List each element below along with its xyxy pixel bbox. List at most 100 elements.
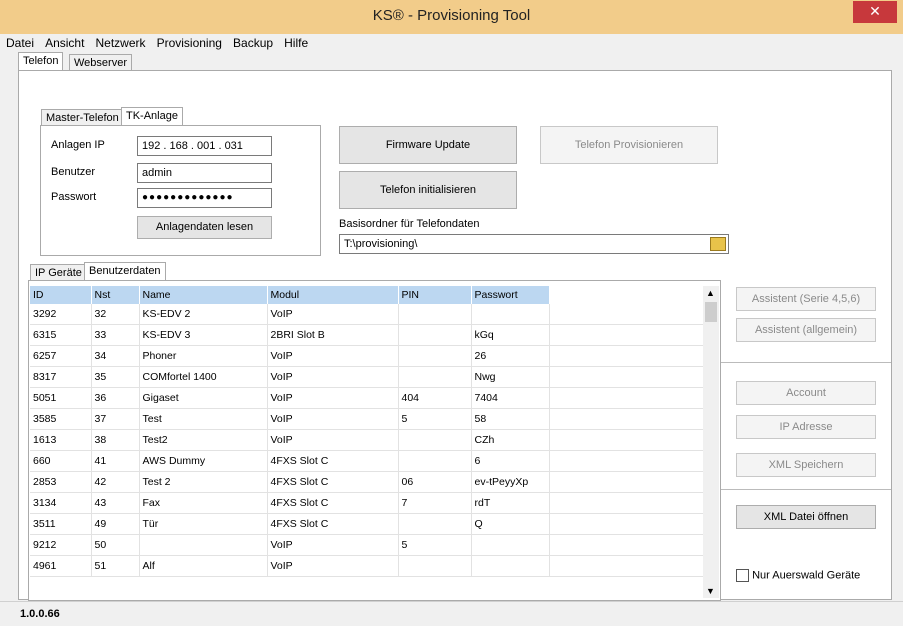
col-modul[interactable]: Modul	[267, 286, 399, 304]
provision-phone-button[interactable]: Telefon Provisionieren	[540, 126, 718, 164]
xml-save-button[interactable]: XML Speichern	[736, 453, 876, 477]
menu-hilfe[interactable]: Hilfe	[284, 34, 308, 52]
table-cell: 34	[91, 345, 140, 367]
firmware-update-button[interactable]: Firmware Update	[339, 126, 517, 164]
tab-master-telefon[interactable]: Master-Telefon	[41, 109, 124, 126]
table-cell: kGq	[471, 324, 550, 346]
tab-tk-anlage[interactable]: TK-Anlage	[121, 107, 183, 126]
tab-ip-geraete[interactable]: IP Geräte	[30, 264, 87, 281]
table-row[interactable]: 8317 35 COMfortel 1400 VoIP Nwg	[30, 366, 704, 388]
menu-ansicht[interactable]: Ansicht	[45, 34, 84, 52]
table-cell	[398, 324, 472, 346]
table-row[interactable]: 1613 38 Test2 VoIP CZh	[30, 429, 704, 451]
table-cell	[398, 345, 472, 367]
table-cell-empty	[549, 429, 704, 451]
table-cell: 7	[398, 492, 472, 514]
table-row[interactable]: 2853 42 Test 2 4FXS Slot C 06 ev-tPeyyXp	[30, 471, 704, 493]
base-folder-label: Basisordner für Telefondaten	[339, 218, 480, 230]
table-cell-empty	[549, 324, 704, 346]
scroll-up-icon[interactable]: ▲	[706, 288, 715, 298]
table-cell: VoIP	[267, 366, 399, 388]
table-cell: Test 2	[139, 471, 268, 493]
xml-open-button[interactable]: XML Datei öffnen	[736, 505, 876, 529]
tab-telefon[interactable]: Telefon	[18, 52, 64, 71]
table-cell: Test	[139, 408, 268, 430]
scroll-thumb[interactable]	[705, 302, 717, 322]
ip-address-button[interactable]: IP Adresse	[736, 415, 876, 439]
table-cell	[139, 534, 268, 556]
table-cell-empty	[549, 555, 704, 577]
init-phone-button[interactable]: Telefon initialisieren	[339, 171, 517, 209]
separator-2	[721, 489, 891, 490]
table-row[interactable]: 3292 32 KS-EDV 2 VoIP	[30, 304, 704, 325]
table-row[interactable]: 9212 50 VoIP 5	[30, 534, 704, 556]
table-cell: 37	[91, 408, 140, 430]
table-cell: 4FXS Slot C	[267, 450, 399, 472]
table-cell	[471, 555, 550, 577]
password-label: Passwort	[51, 191, 97, 203]
table-cell: VoIP	[267, 534, 399, 556]
table-cell-empty	[549, 366, 704, 388]
menu-provisioning[interactable]: Provisioning	[157, 34, 222, 52]
table-cell: VoIP	[267, 555, 399, 577]
table-cell: 38	[91, 429, 140, 451]
table-row[interactable]: 6257 34 Phoner VoIP 26	[30, 345, 704, 367]
table-cell: Q	[471, 513, 550, 535]
table-row[interactable]: 3134 43 Fax 4FXS Slot C 7 rdT	[30, 492, 704, 514]
table-cell-empty	[549, 408, 704, 430]
base-folder-input[interactable]: T:\provisioning\	[339, 234, 729, 254]
col-passwort[interactable]: Passwort	[471, 286, 550, 304]
separator-1	[721, 362, 891, 363]
table-cell: 4FXS Slot C	[267, 513, 399, 535]
tab-webserver[interactable]: Webserver	[69, 54, 132, 71]
table-cell: 9212	[30, 534, 92, 556]
menu-datei[interactable]: Datei	[6, 34, 34, 52]
table-row[interactable]: 4961 51 Alf VoIP	[30, 555, 704, 577]
table-row[interactable]: 6315 33 KS-EDV 3 2BRI Slot B kGq	[30, 324, 704, 346]
table-cell-empty	[549, 304, 704, 325]
table-cell: 3292	[30, 304, 92, 325]
menu-netzwerk[interactable]: Netzwerk	[96, 34, 146, 52]
only-auerswald-option[interactable]: Nur Auerswald Geräte	[736, 569, 860, 582]
table-cell: 33	[91, 324, 140, 346]
table-cell: Tür	[139, 513, 268, 535]
table-header-row: ID Nst Name Modul PIN Passwort	[30, 286, 704, 304]
table-cell: 51	[91, 555, 140, 577]
col-pin[interactable]: PIN	[398, 286, 472, 304]
table-cell-empty	[549, 492, 704, 514]
table-cell-empty	[549, 450, 704, 472]
window-title: KS® - Provisioning Tool	[372, 7, 531, 24]
tab-benutzerdaten[interactable]: Benutzerdaten	[84, 262, 166, 281]
password-input[interactable]: ●●●●●●●●●●●●●	[137, 188, 272, 208]
account-button[interactable]: Account	[736, 381, 876, 405]
ip-input[interactable]: 192 . 168 . 001 . 031	[137, 136, 272, 156]
table-row[interactable]: 660 41 AWS Dummy 4FXS Slot C 6	[30, 450, 704, 472]
close-button[interactable]: ✕	[853, 1, 897, 23]
title-bar: KS® - Provisioning Tool ✕	[0, 0, 903, 34]
table-cell: CZh	[471, 429, 550, 451]
table-row[interactable]: 5051 36 Gigaset VoIP 404 7404	[30, 387, 704, 409]
table-cell: Gigaset	[139, 387, 268, 409]
table-row[interactable]: 3511 49 Tür 4FXS Slot C Q	[30, 513, 704, 535]
only-auerswald-checkbox[interactable]	[736, 569, 749, 582]
col-name[interactable]: Name	[139, 286, 268, 304]
menu-backup[interactable]: Backup	[233, 34, 273, 52]
read-system-data-button[interactable]: Anlagendaten lesen	[137, 216, 272, 239]
user-input[interactable]: admin	[137, 163, 272, 183]
table-cell-empty	[549, 513, 704, 535]
table-cell: 5051	[30, 387, 92, 409]
table-cell: 49	[91, 513, 140, 535]
scroll-down-icon[interactable]: ▼	[706, 586, 715, 596]
folder-icon[interactable]	[710, 237, 726, 251]
table-cell	[398, 429, 472, 451]
table-scrollbar[interactable]: ▲ ▼	[703, 286, 719, 598]
user-table-panel: ID Nst Name Modul PIN Passwort 3292 32 KS-…	[28, 280, 721, 601]
table-cell: 4FXS Slot C	[267, 492, 399, 514]
col-nst[interactable]: Nst	[91, 286, 140, 304]
table-cell-empty	[549, 534, 704, 556]
assistant-series-button[interactable]: Assistent (Serie 4,5,6)	[736, 287, 876, 311]
col-id[interactable]: ID	[30, 286, 92, 304]
table-row[interactable]: 3585 37 Test VoIP 5 58	[30, 408, 704, 430]
assistant-general-button[interactable]: Assistent (allgemein)	[736, 318, 876, 342]
table-cell: 41	[91, 450, 140, 472]
